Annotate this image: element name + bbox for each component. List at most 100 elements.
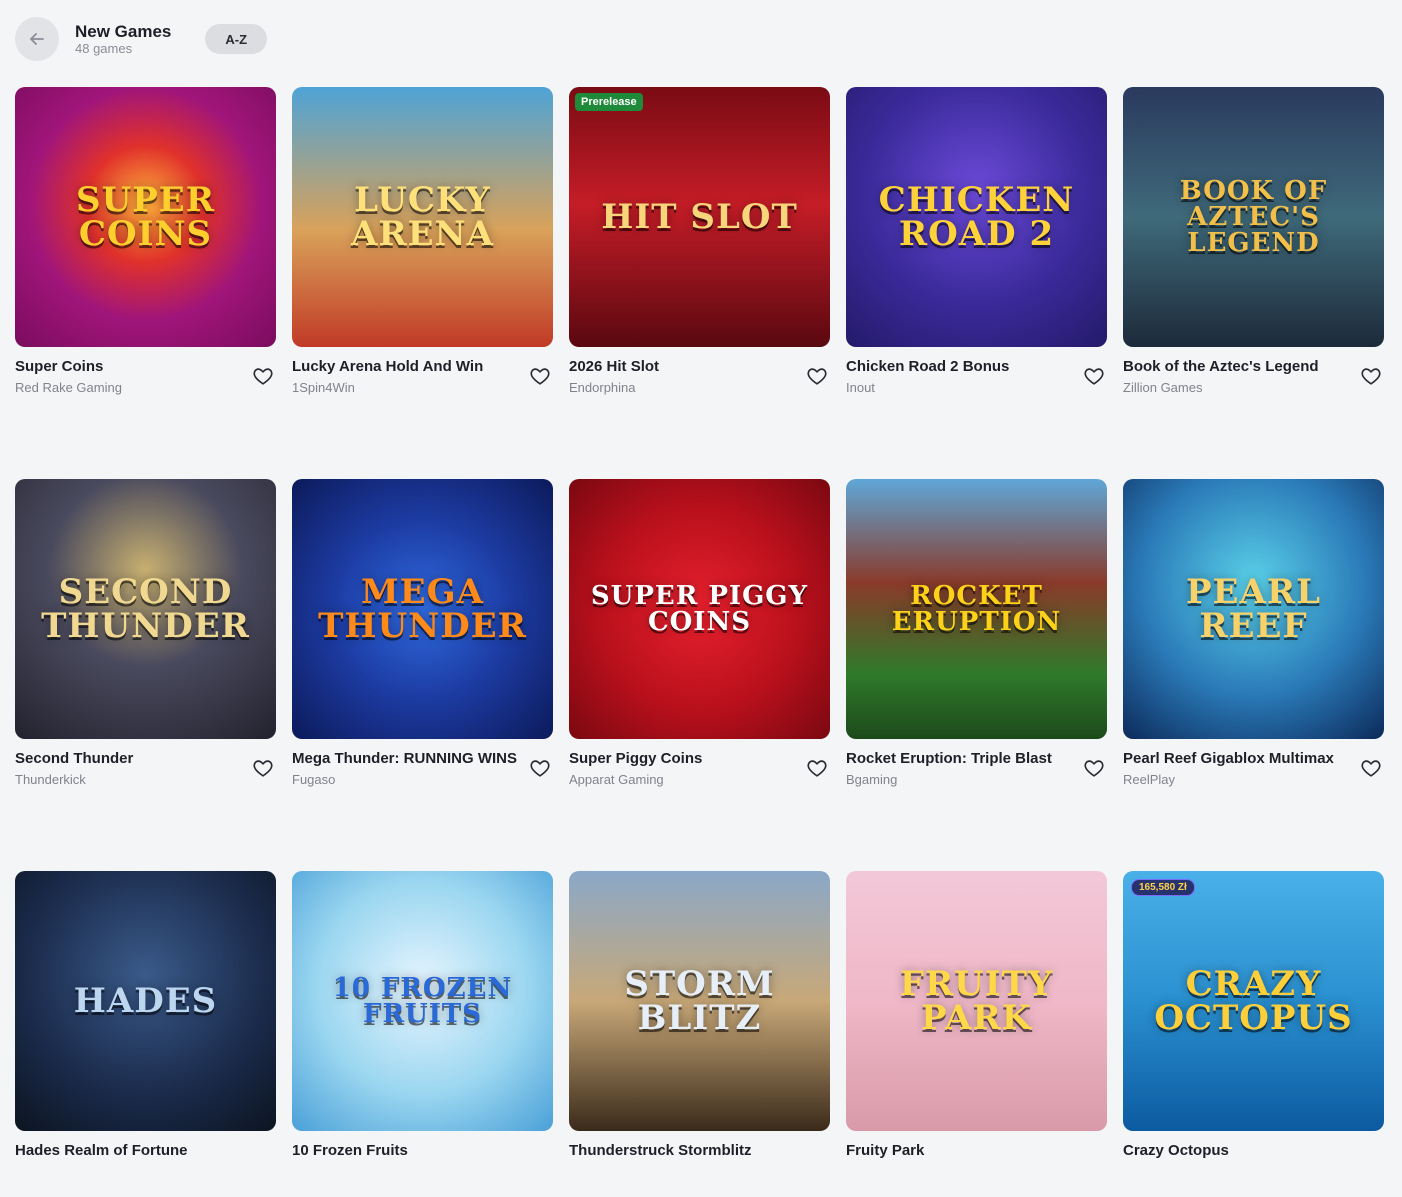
game-logo: CRAZY OCTOPUS xyxy=(1154,964,1353,1038)
game-thumbnail[interactable]: MEGA THUNDER xyxy=(292,479,553,739)
game-name[interactable]: Hades Realm of Fortune xyxy=(15,1141,245,1161)
game-logo: SECOND THUNDER xyxy=(41,572,250,646)
game-card[interactable]: FRUITY PARK Fruity Park xyxy=(846,871,1107,1197)
game-logo: LUCKY ARENA xyxy=(350,180,494,254)
game-logo: HADES xyxy=(73,981,218,1021)
game-name[interactable]: Rocket Eruption: Triple Blast xyxy=(846,749,1076,769)
game-name[interactable]: Lucky Arena Hold And Win xyxy=(292,357,522,377)
favorite-heart-icon[interactable] xyxy=(806,757,828,779)
game-thumbnail[interactable]: 10 FROZEN FRUITS xyxy=(292,871,553,1131)
game-name[interactable]: Crazy Octopus xyxy=(1123,1141,1353,1161)
back-button[interactable] xyxy=(15,17,59,61)
favorite-heart-icon[interactable] xyxy=(529,757,551,779)
prerelease-badge: Prerelease xyxy=(575,93,643,111)
game-thumbnail[interactable]: SECOND THUNDER xyxy=(15,479,276,739)
game-meta: Super Piggy Coins Apparat Gaming xyxy=(569,739,830,805)
game-provider: Fugaso xyxy=(292,772,336,787)
game-logo: SUPER PIGGY COINS xyxy=(590,581,809,637)
game-thumbnail[interactable]: BOOK OF AZTEC'S LEGEND xyxy=(1123,87,1384,347)
game-name[interactable]: 10 Frozen Fruits xyxy=(292,1141,522,1161)
game-card[interactable]: CRAZY OCTOPUS 165,580 Zł Crazy Octopus xyxy=(1123,871,1384,1197)
game-provider: Zillion Games xyxy=(1123,380,1203,395)
game-thumbnail[interactable]: HIT SLOT Prerelease xyxy=(569,87,830,347)
game-card[interactable]: STORM BLITZ Thunderstruck Stormblitz xyxy=(569,871,830,1197)
favorite-heart-icon[interactable] xyxy=(806,365,828,387)
favorite-heart-icon[interactable] xyxy=(1083,365,1105,387)
game-thumbnail[interactable]: FRUITY PARK xyxy=(846,871,1107,1131)
game-thumbnail[interactable]: ROCKET ERUPTION xyxy=(846,479,1107,739)
game-logo: ROCKET ERUPTION xyxy=(891,581,1062,637)
game-name[interactable]: Thunderstruck Stormblitz xyxy=(569,1141,799,1161)
game-name[interactable]: Mega Thunder: RUNNING WINS xyxy=(292,749,522,769)
game-name[interactable]: Chicken Road 2 Bonus xyxy=(846,357,1076,377)
jackpot-badge: 165,580 Zł xyxy=(1131,879,1195,896)
game-card[interactable]: MEGA THUNDER Mega Thunder: RUNNING WINS Fu… xyxy=(292,479,553,805)
game-meta: Hades Realm of Fortune xyxy=(15,1131,276,1197)
game-card[interactable]: CHICKEN ROAD 2 Chicken Road 2 Bonus Inout xyxy=(846,87,1107,413)
game-meta: Rocket Eruption: Triple Blast Bgaming xyxy=(846,739,1107,805)
game-count: 48 games xyxy=(75,41,133,56)
game-card[interactable]: LUCKY ARENA Lucky Arena Hold And Win 1Spin… xyxy=(292,87,553,413)
game-provider: Endorphina xyxy=(569,380,636,395)
favorite-heart-icon[interactable] xyxy=(1083,757,1105,779)
game-name[interactable]: Pearl Reef Gigablox Multimax xyxy=(1123,749,1353,769)
game-card[interactable]: SUPER COINS Super Coins Red Rake Gaming xyxy=(15,87,276,413)
game-provider: 1Spin4Win xyxy=(292,380,355,395)
game-logo: CHICKEN ROAD 2 xyxy=(878,180,1075,254)
game-provider: Red Rake Gaming xyxy=(15,380,122,395)
game-name[interactable]: Super Piggy Coins xyxy=(569,749,799,769)
games-grid: SUPER COINS Super Coins Red Rake Gaming LUC… xyxy=(15,87,1384,1197)
game-meta: Crazy Octopus xyxy=(1123,1131,1384,1197)
sort-az-button[interactable]: A-Z xyxy=(205,24,268,54)
game-name[interactable]: Book of the Aztec's Legend xyxy=(1123,357,1353,377)
game-meta: Mega Thunder: RUNNING WINS Fugaso xyxy=(292,739,553,805)
game-card[interactable]: 10 FROZEN FRUITS 10 Frozen Fruits xyxy=(292,871,553,1197)
game-meta: Thunderstruck Stormblitz xyxy=(569,1131,830,1197)
favorite-heart-icon[interactable] xyxy=(1360,757,1382,779)
game-thumbnail[interactable]: STORM BLITZ xyxy=(569,871,830,1131)
game-card[interactable]: SECOND THUNDER Second Thunder Thunderkick xyxy=(15,479,276,805)
game-thumbnail[interactable]: CHICKEN ROAD 2 xyxy=(846,87,1107,347)
game-meta: Pearl Reef Gigablox Multimax ReelPlay xyxy=(1123,739,1384,805)
favorite-heart-icon[interactable] xyxy=(1360,365,1382,387)
game-name[interactable]: 2026 Hit Slot xyxy=(569,357,799,377)
game-thumbnail[interactable]: LUCKY ARENA xyxy=(292,87,553,347)
game-thumbnail[interactable]: SUPER COINS xyxy=(15,87,276,347)
favorite-heart-icon[interactable] xyxy=(252,757,274,779)
favorite-heart-icon[interactable] xyxy=(529,365,551,387)
game-thumbnail[interactable]: SUPER PIGGY COINS xyxy=(569,479,830,739)
game-provider: Apparat Gaming xyxy=(569,772,664,787)
game-thumbnail[interactable]: HADES xyxy=(15,871,276,1131)
game-name[interactable]: Second Thunder xyxy=(15,749,245,769)
game-card[interactable]: PEARL REEF Pearl Reef Gigablox Multimax Re… xyxy=(1123,479,1384,805)
game-provider: Thunderkick xyxy=(15,772,86,787)
game-thumbnail[interactable]: PEARL REEF xyxy=(1123,479,1384,739)
arrow-left-icon xyxy=(30,33,44,45)
game-logo: HIT SLOT xyxy=(601,197,798,237)
game-name[interactable]: Super Coins xyxy=(15,357,245,377)
game-meta: Second Thunder Thunderkick xyxy=(15,739,276,805)
game-logo: 10 FROZEN FRUITS xyxy=(332,973,513,1029)
game-provider: Bgaming xyxy=(846,772,898,787)
game-card[interactable]: BOOK OF AZTEC'S LEGEND Book of the Aztec'… xyxy=(1123,87,1384,413)
game-logo: FRUITY PARK xyxy=(899,964,1054,1038)
game-card[interactable]: HIT SLOT Prerelease 2026 Hit Slot Endorphin… xyxy=(569,87,830,413)
game-meta: Lucky Arena Hold And Win 1Spin4Win xyxy=(292,347,553,413)
game-thumbnail[interactable]: CRAZY OCTOPUS 165,580 Zł xyxy=(1123,871,1384,1131)
game-meta: Chicken Road 2 Bonus Inout xyxy=(846,347,1107,413)
page-header: New Games 48 games A-Z xyxy=(15,16,268,62)
game-card[interactable]: ROCKET ERUPTION Rocket Eruption: Triple B… xyxy=(846,479,1107,805)
game-logo: SUPER COINS xyxy=(76,180,215,254)
page-title: New Games xyxy=(75,22,172,41)
game-meta: 2026 Hit Slot Endorphina xyxy=(569,347,830,413)
game-meta: 10 Frozen Fruits xyxy=(292,1131,553,1197)
game-meta: Super Coins Red Rake Gaming xyxy=(15,347,276,413)
favorite-heart-icon[interactable] xyxy=(252,365,274,387)
game-name[interactable]: Fruity Park xyxy=(846,1141,1076,1161)
game-logo: STORM BLITZ xyxy=(624,964,775,1038)
game-provider: ReelPlay xyxy=(1123,772,1176,787)
game-card[interactable]: HADES Hades Realm of Fortune xyxy=(15,871,276,1197)
game-meta: Book of the Aztec's Legend Zillion Games xyxy=(1123,347,1384,413)
game-card[interactable]: SUPER PIGGY COINS Super Piggy Coins Appara… xyxy=(569,479,830,805)
game-provider: Inout xyxy=(846,380,875,395)
